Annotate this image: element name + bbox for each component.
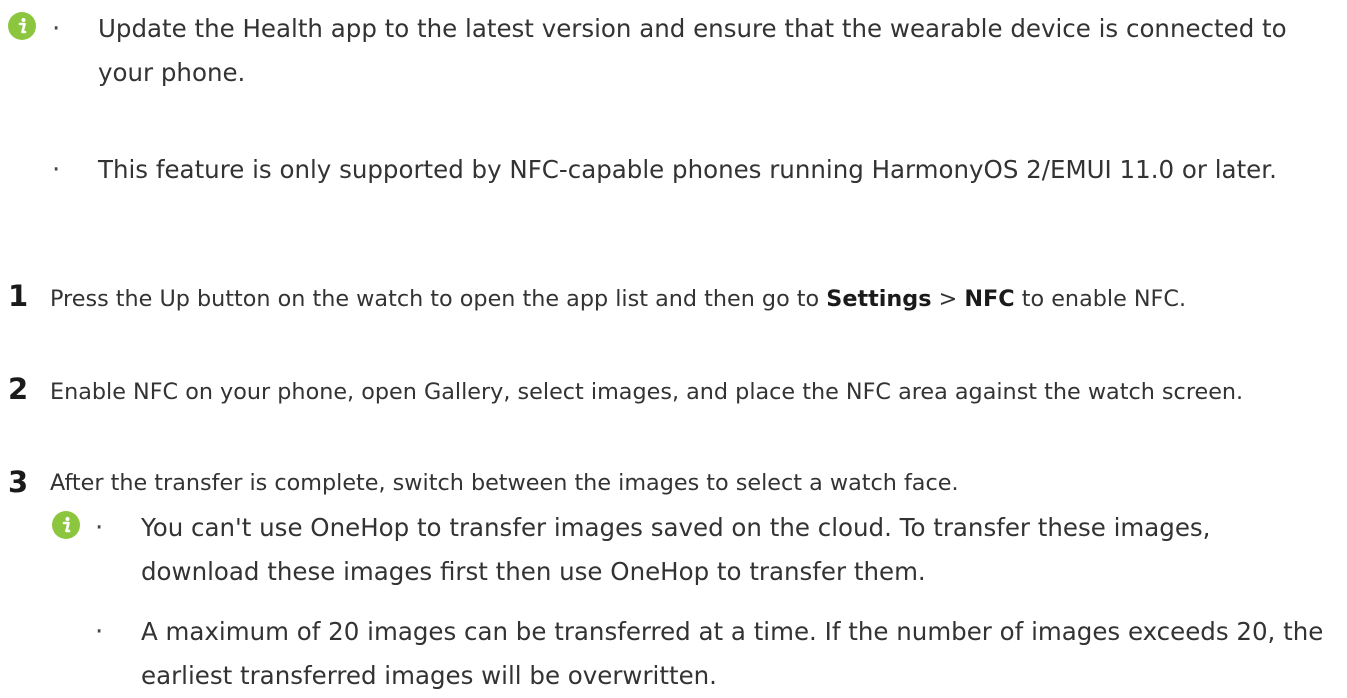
info-icon [8,12,36,40]
bullet: · [95,617,104,647]
step-text-part: to enable NFC. [1014,286,1187,312]
step-text: Press the Up button on the watch to open… [50,285,1340,314]
info-icon [52,511,80,539]
step-text-part: > [931,286,965,312]
step-number: 3 [8,465,29,499]
step-text-part: Press the Up button on the watch to open… [50,286,827,312]
note-item-2: A maximum of 20 images can be transferre… [141,617,1324,690]
bullet: · [95,513,104,543]
step-number: 1 [8,279,29,313]
bullet: · [52,14,61,44]
step-number: 2 [8,372,29,406]
note-item-2: This feature is only supported by NFC-ca… [98,155,1277,184]
step-text: Enable NFC on your phone, open Gallery, … [50,379,1244,405]
settings-label: Settings [826,286,932,312]
note-item-1: Update the Health app to the latest vers… [98,14,1287,87]
bullet: · [52,155,61,185]
nfc-label: NFC [964,286,1015,312]
step-text: After the transfer is complete, switch b… [50,470,959,496]
note-item-1: You can't use OneHop to transfer images … [141,513,1211,586]
